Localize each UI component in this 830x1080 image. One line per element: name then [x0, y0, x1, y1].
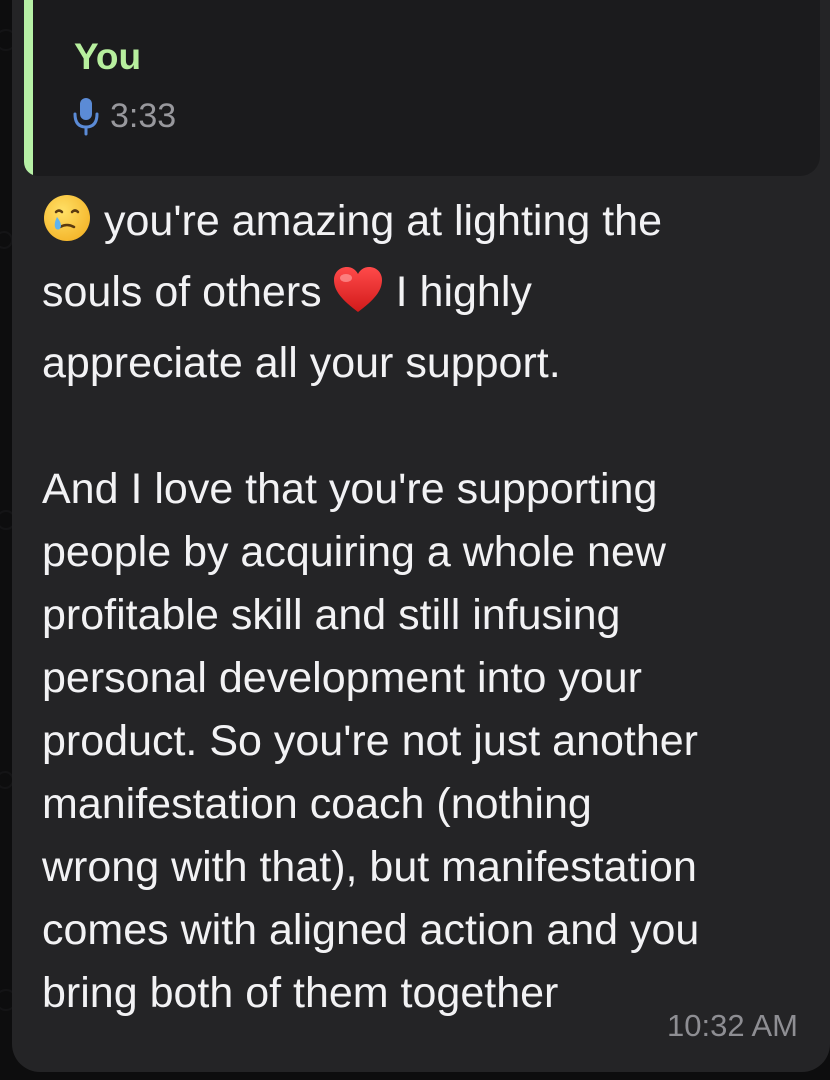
chat-screen: You 3:33 you're amazing at lighting the … — [0, 0, 830, 1080]
message-bubble[interactable]: You 3:33 you're amazing at lighting the … — [12, 0, 830, 1072]
voice-duration: 3:33 — [110, 96, 177, 135]
face-holding-back-tears-icon — [42, 193, 92, 261]
reply-accent-bar — [24, 0, 33, 176]
red-heart-icon — [332, 266, 384, 332]
message-paragraph-2: And I love that you're supporting people… — [42, 465, 700, 1017]
message-text: you're amazing at lighting the souls of … — [42, 190, 830, 1025]
message-timestamp: 10:32 AM — [667, 1008, 798, 1043]
message-paragraph-1: you're amazing at lighting the souls of … — [42, 190, 830, 395]
reply-quote[interactable]: You 3:33 — [24, 0, 820, 176]
reply-sender-name: You — [74, 36, 142, 77]
message-text-intro-a: you're amazing at lighting the — [104, 197, 662, 245]
microphone-icon — [72, 96, 100, 136]
reply-voice-meta: 3:33 — [72, 96, 176, 136]
message-text-intro-b: souls of others — [42, 268, 322, 316]
